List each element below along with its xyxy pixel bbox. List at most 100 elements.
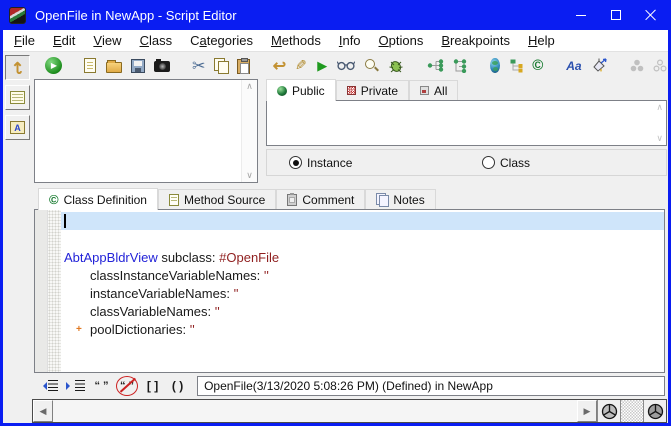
tab-private[interactable]: Private <box>336 80 409 100</box>
outdent-button[interactable] <box>39 376 58 395</box>
scroll-right-button[interactable]: ▶ <box>577 400 597 422</box>
run-button[interactable] <box>45 56 62 76</box>
menu-class[interactable]: Class <box>131 30 182 51</box>
copy-button[interactable] <box>214 56 228 76</box>
script-editor-window: OpenFile in NewApp - Script Editor FileE… <box>0 0 671 426</box>
run-method-button[interactable] <box>316 56 328 76</box>
menu-file[interactable]: File <box>5 30 44 51</box>
categories-list-body[interactable] <box>35 80 241 182</box>
class-definition-button[interactable] <box>532 56 544 76</box>
search-button[interactable] <box>364 56 379 76</box>
tab-public[interactable]: Public <box>266 79 336 101</box>
tab-class-definition-label: Class Definition <box>64 193 147 207</box>
search-icon <box>364 58 379 73</box>
glasses-icon <box>337 60 355 71</box>
cut-button[interactable] <box>192 56 205 76</box>
menu-methods[interactable]: Methods <box>262 30 330 51</box>
code-token: AbtAppBldrView <box>64 250 158 265</box>
menu-view[interactable]: View <box>84 30 130 51</box>
status-field: OpenFile(3/13/2020 5:08:26 PM) (Defined)… <box>197 376 665 396</box>
save-script-button[interactable] <box>131 56 145 76</box>
undo-button[interactable] <box>273 56 286 76</box>
tab-class-definition[interactable]: Class Definition <box>38 188 158 210</box>
brackets-button[interactable]: [ ] <box>144 376 161 395</box>
code-token: classInstanceVariableNames: <box>90 268 264 283</box>
menu-edit[interactable]: Edit <box>44 30 84 51</box>
code-area[interactable]: AbtAppBldrView subclass: #OpenFileclassI… <box>61 210 664 372</box>
code-token: '' <box>190 322 195 337</box>
uncomment-button[interactable]: “ ” <box>118 376 136 395</box>
instance-radio[interactable]: Instance <box>289 156 482 170</box>
pen-button[interactable] <box>295 56 307 76</box>
edit-toolbar: “ ” “ ” [ ] ( ) OpenFile(3/13/2020 5:08:… <box>32 374 667 397</box>
menu-categories[interactable]: Categories <box>181 30 262 51</box>
scroll-down-icon[interactable]: ∨ <box>246 171 253 180</box>
composition-editor-button[interactable]: A <box>5 115 30 140</box>
tab-comment[interactable]: Comment <box>276 189 365 209</box>
code-line[interactable]: AbtAppBldrView subclass: #OpenFile <box>61 248 664 266</box>
class-tree-button[interactable] <box>427 56 444 76</box>
tab-method-source[interactable]: Method Source <box>158 189 276 209</box>
all-icon <box>420 86 429 95</box>
parentheses-icon: ( ) <box>172 379 183 393</box>
menu-help[interactable]: Help <box>519 30 564 51</box>
ungroup-button[interactable] <box>653 56 667 76</box>
close-button[interactable] <box>633 0 668 30</box>
org-chart-button[interactable] <box>509 56 523 76</box>
part-tree-button[interactable] <box>453 56 468 76</box>
class-radio[interactable]: Class <box>482 156 530 170</box>
categories-scrollbar[interactable]: ∧ ∨ <box>241 80 257 182</box>
code-token: instanceVariableNames: <box>90 286 234 301</box>
menu-info[interactable]: Info <box>330 30 370 51</box>
scroll-down-icon[interactable]: ∨ <box>656 134 663 143</box>
globe-button[interactable] <box>490 58 500 73</box>
code-line[interactable]: classInstanceVariableNames: '' <box>61 266 664 284</box>
refresh-view-button[interactable] <box>5 55 30 80</box>
scroll-up-icon[interactable]: ∧ <box>246 82 253 91</box>
debug-button[interactable] <box>388 56 404 76</box>
scope-selector: Instance Class <box>266 149 667 176</box>
comment-button[interactable]: “ ” <box>93 376 110 395</box>
screenshot-button[interactable] <box>154 56 170 76</box>
group-button[interactable] <box>630 56 644 76</box>
window-controls <box>563 0 668 30</box>
class-tree-icon <box>427 59 444 72</box>
code-editor[interactable]: AbtAppBldrView subclass: #OpenFileclassI… <box>34 209 665 373</box>
minimize-button[interactable] <box>563 0 598 30</box>
fill-color-button[interactable] <box>591 56 608 76</box>
tab-notes[interactable]: Notes <box>365 189 435 209</box>
paste-button[interactable] <box>237 56 250 76</box>
uncomment-icon: “ ” <box>118 380 136 392</box>
maximize-button[interactable] <box>598 0 633 30</box>
methods-list[interactable]: ∧ ∨ <box>266 100 667 146</box>
horizontal-scrollbar[interactable]: ◀ ▶ <box>32 399 667 423</box>
parentheses-button[interactable]: ( ) <box>169 376 186 395</box>
code-line[interactable] <box>61 212 664 230</box>
activity-indicator-left <box>597 400 620 422</box>
code-line[interactable]: instanceVariableNames: '' <box>61 284 664 302</box>
tab-all[interactable]: All <box>409 80 458 100</box>
scrollbar-track[interactable] <box>53 400 577 422</box>
part-tree-icon <box>453 59 468 73</box>
font-button[interactable] <box>566 56 581 76</box>
fill-color-icon <box>591 58 608 73</box>
categories-list[interactable]: ∧ ∨ <box>34 79 258 183</box>
scroll-up-icon[interactable]: ∧ <box>656 103 663 112</box>
close-icon <box>645 9 657 21</box>
menu-options[interactable]: Options <box>370 30 433 51</box>
code-line[interactable]: poolDictionaries: '' <box>61 320 664 338</box>
text-caret <box>64 214 66 228</box>
indent-button[interactable] <box>66 376 85 395</box>
script-editor-icon <box>10 91 25 104</box>
scroll-left-button[interactable]: ◀ <box>33 400 53 422</box>
browse-button[interactable] <box>337 56 355 76</box>
title-bar[interactable]: OpenFile in NewApp - Script Editor <box>3 0 668 30</box>
menu-breakpoints[interactable]: Breakpoints <box>432 30 519 51</box>
new-script-button[interactable] <box>84 56 96 76</box>
code-line[interactable] <box>61 230 664 248</box>
code-line[interactable]: classVariableNames: '' <box>61 302 664 320</box>
open-script-button[interactable] <box>106 56 122 76</box>
comment-quotes-icon: “ ” <box>94 380 108 392</box>
code-token: '' <box>264 268 269 283</box>
script-editor-button[interactable] <box>5 85 30 110</box>
